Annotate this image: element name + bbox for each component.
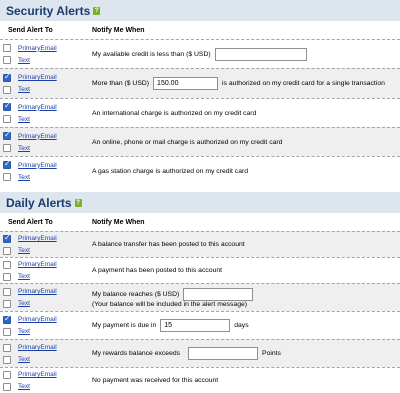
- alert-description: My available credit is less than ($ USD): [92, 50, 211, 58]
- alert-description-suffix: Points: [262, 350, 281, 357]
- email-checkbox[interactable]: [3, 130, 11, 140]
- section-title: Daily Alerts ?: [0, 192, 400, 213]
- alert-description: An online, phone or mail charge is autho…: [92, 138, 283, 146]
- email-checkbox[interactable]: [3, 314, 11, 324]
- email-checkbox[interactable]: [3, 159, 11, 169]
- email-checkbox[interactable]: [3, 101, 11, 111]
- security-alerts-section: Security Alerts ? Send Alert To Notify M…: [0, 0, 400, 185]
- balance-amount-input[interactable]: [183, 287, 254, 301]
- help-icon[interactable]: ?: [74, 198, 82, 207]
- text-checkbox[interactable]: [3, 144, 11, 152]
- text-link[interactable]: Text: [18, 273, 30, 280]
- email-checkbox[interactable]: [3, 287, 11, 296]
- text-checkbox[interactable]: [3, 272, 11, 281]
- primary-email-link[interactable]: PrimaryEmail: [18, 235, 57, 242]
- send-alert-to-header: Send Alert To: [8, 26, 53, 34]
- text-link[interactable]: Text: [18, 86, 30, 93]
- alert-description-prefix: More than ($ USD): [92, 80, 150, 87]
- primary-email-link[interactable]: PrimaryEmail: [18, 344, 57, 351]
- alert-row: PrimaryEmail Text A gas station charge i…: [0, 156, 400, 185]
- text-checkbox[interactable]: [3, 85, 11, 94]
- primary-email-link[interactable]: PrimaryEmail: [18, 371, 57, 378]
- rewards-points-input[interactable]: [188, 347, 259, 360]
- email-checkbox[interactable]: [3, 233, 11, 243]
- section-title: Security Alerts ?: [0, 0, 400, 21]
- text-link[interactable]: Text: [18, 57, 30, 64]
- email-checkbox[interactable]: [3, 72, 11, 82]
- alert-row: PrimaryEmail Text An online, phone or ma…: [0, 127, 400, 156]
- alert-row: PrimaryEmail Text My balance reaches ($ …: [0, 283, 400, 311]
- alert-description-prefix: My payment is due in: [92, 322, 157, 329]
- alert-row: PrimaryEmail Text An international charg…: [0, 98, 400, 127]
- text-checkbox[interactable]: [3, 246, 11, 255]
- days-input[interactable]: 15: [160, 319, 231, 332]
- primary-email-link[interactable]: PrimaryEmail: [18, 162, 57, 169]
- transaction-amount-input[interactable]: 150.00: [153, 77, 219, 90]
- text-checkbox[interactable]: [3, 56, 11, 64]
- text-checkbox[interactable]: [3, 355, 11, 364]
- primary-email-link[interactable]: PrimaryEmail: [18, 45, 57, 52]
- alert-row: PrimaryEmail Text More than ($ USD) 150.…: [0, 68, 400, 98]
- text-checkbox[interactable]: [3, 173, 11, 181]
- email-checkbox[interactable]: [3, 370, 11, 379]
- text-link[interactable]: Text: [18, 383, 30, 390]
- alert-description: A balance transfer has been posted to th…: [92, 241, 245, 248]
- alert-description: My balance reaches ($ USD): [92, 290, 180, 298]
- send-alert-to-header: Send Alert To: [8, 218, 53, 226]
- alert-row: PrimaryEmail Text My rewards balance exc…: [0, 339, 400, 367]
- alert-description: No payment was received for this account: [92, 377, 219, 384]
- text-checkbox[interactable]: [3, 382, 11, 391]
- primary-email-link[interactable]: PrimaryEmail: [18, 74, 57, 81]
- text-checkbox[interactable]: [3, 327, 11, 336]
- primary-email-link[interactable]: PrimaryEmail: [18, 288, 57, 295]
- primary-email-link[interactable]: PrimaryEmail: [18, 261, 57, 268]
- text-checkbox[interactable]: [3, 115, 11, 123]
- text-link[interactable]: Text: [18, 300, 30, 307]
- primary-email-link[interactable]: PrimaryEmail: [18, 104, 57, 111]
- alert-row: PrimaryEmail Text My available credit is…: [0, 39, 400, 68]
- alert-row: PrimaryEmail Text A payment has been pos…: [0, 257, 400, 283]
- text-link[interactable]: Text: [18, 247, 30, 254]
- alert-description: A gas station charge is authorized on my…: [92, 167, 249, 175]
- email-checkbox[interactable]: [3, 260, 11, 269]
- alert-description: A payment has been posted to this accoun…: [92, 267, 222, 274]
- primary-email-link[interactable]: PrimaryEmail: [18, 133, 57, 140]
- notify-me-when-header: Notify Me When: [92, 218, 145, 226]
- text-link[interactable]: Text: [18, 145, 30, 152]
- help-icon[interactable]: ?: [93, 6, 101, 15]
- text-link[interactable]: Text: [18, 174, 30, 181]
- primary-email-link[interactable]: PrimaryEmail: [18, 316, 57, 323]
- alert-row: PrimaryEmail Text My payment is due in 1…: [0, 311, 400, 339]
- credit-limit-input[interactable]: [214, 47, 307, 61]
- daily-alerts-section: Daily Alerts ? Send Alert To Notify Me W…: [0, 192, 400, 393]
- alert-description-prefix: My rewards balance exceeds: [92, 350, 181, 357]
- alert-description: An international charge is authorized on…: [92, 109, 257, 117]
- alert-note: (Your balance will be included in the al…: [92, 300, 248, 308]
- table-header: Send Alert To Notify Me When: [0, 213, 400, 231]
- alert-description-suffix: is authorized on my credit card for a si…: [222, 80, 385, 87]
- alert-row: PrimaryEmail Text A balance transfer has…: [0, 231, 400, 257]
- text-link[interactable]: Text: [18, 116, 30, 123]
- notify-me-when-header: Notify Me When: [92, 26, 145, 34]
- text-checkbox[interactable]: [3, 299, 11, 308]
- email-checkbox[interactable]: [3, 343, 11, 352]
- email-checkbox[interactable]: [3, 44, 11, 52]
- alert-description-suffix: days: [234, 322, 249, 329]
- alert-row: PrimaryEmail Text No payment was receive…: [0, 367, 400, 393]
- text-link[interactable]: Text: [18, 356, 30, 363]
- text-link[interactable]: Text: [18, 328, 30, 335]
- table-header: Send Alert To Notify Me When: [0, 21, 400, 39]
